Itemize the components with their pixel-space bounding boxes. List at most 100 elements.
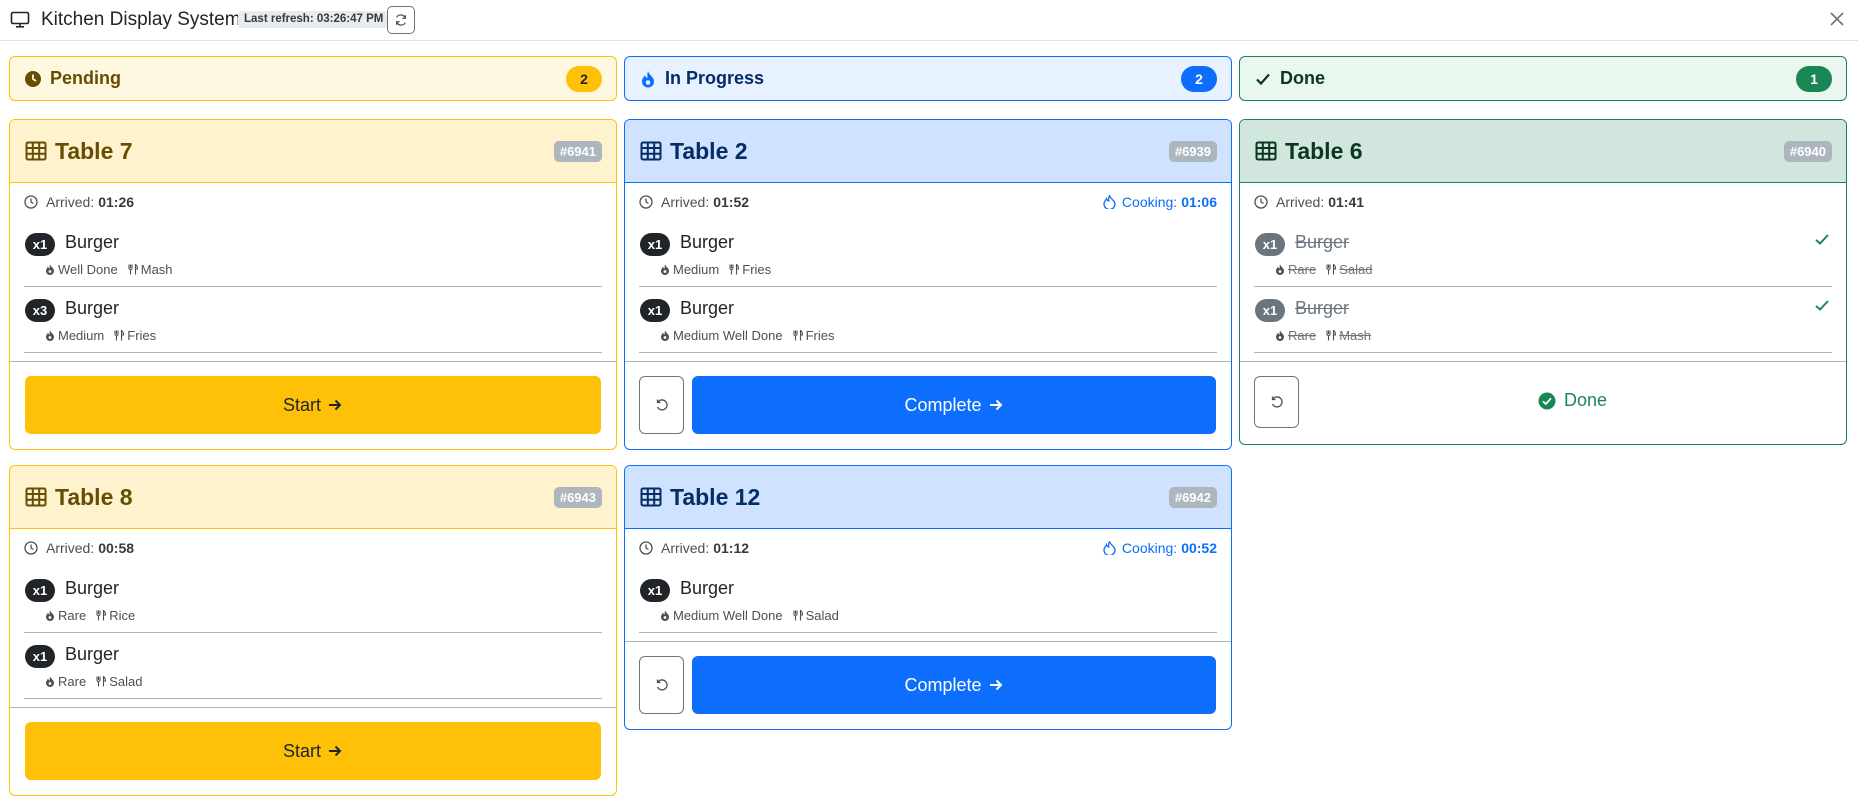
undo-icon [656,399,668,411]
quantity-badge: x1 [1255,299,1285,322]
item-modifiers: Rare Rice [45,608,135,623]
item-name: Burger [65,578,120,598]
flame-icon [1276,264,1284,275]
flame-icon [1276,330,1284,341]
flame-icon [639,70,657,88]
table-name: Table 8 [55,483,133,510]
quantity-badge: x3 [25,299,55,322]
arrived-time: 01:52 [713,194,750,210]
doneness-label: Rare [1288,328,1317,343]
order-card: Table 7 #6941 Arrived: 01:26 x1 Burger W… [9,119,617,450]
order-card-body: Arrived: 01:12 Cooking: 00:52 x1 Burger … [625,529,1231,633]
utensils-icon [1326,264,1337,275]
table-icon [1255,141,1277,161]
order-card-body: Arrived: 01:41 x1 Burger Rare Salad x1 B… [1240,183,1846,353]
arrow-right-icon [329,399,342,411]
order-card-footer: Start [10,707,616,793]
order-card-footer: Start [10,361,616,447]
clock-icon [24,195,38,209]
clock-icon [24,70,42,88]
table-name: Table 12 [670,483,761,510]
item-name: Burger [65,644,120,664]
order-card: Table 6 #6940 Arrived: 01:41 x1 Burger R… [1239,119,1847,445]
order-id-badge: #6941 [553,141,602,162]
complete-button[interactable]: Complete [692,656,1216,714]
order-card-body: Arrived: 00:58 x1 Burger Rare Rice x1 Bu… [10,529,616,699]
start-button[interactable]: Start [25,376,601,434]
column-header-in-progress: In Progress 2 [624,56,1232,101]
order-card-footer: Complete [625,641,1231,727]
flame-icon [46,610,54,621]
utensils-icon [1326,330,1337,341]
check-circle-icon [1538,392,1556,409]
flame-icon [661,264,669,275]
close-button[interactable] [1826,8,1848,30]
arrived-time: 01:41 [1328,194,1365,210]
item-modifiers: Medium Well Done Salad [660,608,839,623]
order-item: x1 Burger Medium Well Done Fries [639,287,1217,353]
order-card: Table 12 #6942 Arrived: 01:12 Cooking: 0… [624,465,1232,730]
arrived-row: Arrived: 01:52 Cooking: 01:06 [639,183,1217,221]
arrived-label: Arrived: [661,194,710,210]
clock-icon [1254,195,1268,209]
flame-icon [1103,195,1116,209]
item-modifiers: Rare Mash [1275,328,1371,343]
quantity-badge: x1 [640,233,670,256]
order-card-footer: Done [1240,361,1846,442]
column-label: In Progress [665,68,765,88]
item-modifiers: Rare Salad [1275,262,1372,277]
utensils-icon [96,610,107,621]
arrow-right-icon [989,679,1002,691]
undo-button[interactable] [639,656,684,714]
quantity-badge: x1 [25,579,55,602]
order-card-header: Table 2 #6939 [625,120,1231,183]
item-modifiers: Medium Fries [45,328,156,343]
column-label: Pending [50,68,121,88]
utensils-icon [793,610,803,621]
table-icon [640,487,662,507]
order-item: x1 Burger Rare Mash [1254,287,1832,353]
arrived-time: 00:58 [98,540,135,556]
arrived-label: Arrived: [1276,194,1325,210]
utensils-icon [729,264,740,275]
clock-icon [639,195,653,209]
item-name: Burger [65,298,120,318]
undo-button[interactable] [639,376,684,434]
order-item: x1 Burger Rare Salad [1254,221,1832,287]
cooking-label: Cooking: [1121,194,1178,210]
complete-button[interactable]: Complete [692,376,1216,434]
flame-icon [46,330,54,341]
undo-icon [656,679,668,691]
item-name: Burger [65,232,120,252]
done-label: Done [1564,390,1608,410]
doneness-label: Rare [1288,262,1317,277]
order-card-header: Table 7 #6941 [10,120,616,183]
order-card-body: Arrived: 01:52 Cooking: 01:06 x1 Burger … [625,183,1231,353]
check-icon [1254,70,1272,88]
flame-icon [46,676,54,687]
table-icon [25,487,47,507]
order-card: Table 2 #6939 Arrived: 01:52 Cooking: 01… [624,119,1232,450]
column-count-badge: 2 [566,66,602,92]
item-name: Burger [680,298,735,318]
order-id-badge: #6939 [1168,141,1217,162]
flame-icon [1103,541,1116,555]
order-item: x1 Burger Well Done Mash [24,221,602,287]
refresh-icon [396,14,406,26]
top-bar: Kitchen Display System Last refresh: 03:… [0,0,1858,41]
arrow-right-icon [989,399,1002,411]
done-status: Done [1538,390,1607,411]
order-item: x3 Burger Medium Fries [24,287,602,353]
utensils-icon [128,264,138,275]
cooking-time: 00:52 [1181,540,1217,556]
start-button[interactable]: Start [25,722,601,780]
column-header-done: Done 1 [1239,56,1847,101]
order-item: x1 Burger Medium Well Done Salad [639,567,1217,633]
refresh-button[interactable] [387,6,415,34]
order-item: x1 Burger Medium Fries [639,221,1217,287]
complete-label: Complete [904,674,982,695]
undo-button[interactable] [1254,376,1299,428]
doneness-label: Medium Well Done [673,328,783,343]
order-card: Table 8 #6943 Arrived: 00:58 x1 Burger R… [9,465,617,796]
undo-icon [1271,396,1283,408]
